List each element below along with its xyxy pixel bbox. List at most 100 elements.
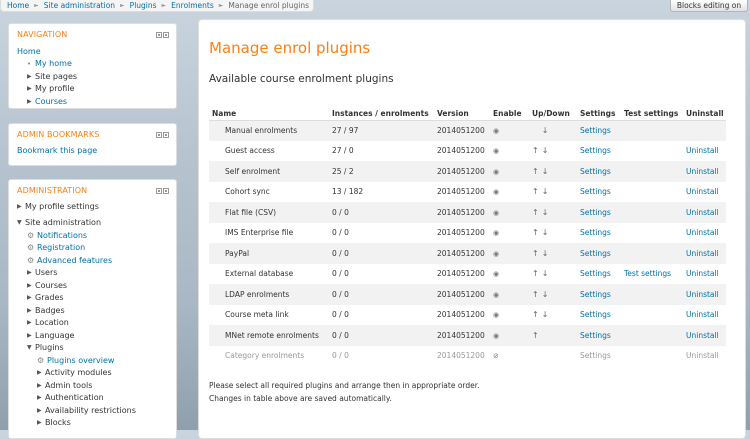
admin-blocks-label[interactable]: Blocks xyxy=(45,418,71,427)
admin-plugins-label[interactable]: Plugins xyxy=(35,343,64,352)
up-arrow-icon[interactable]: ↑ xyxy=(532,249,542,258)
up-arrow-icon[interactable]: ↑ xyxy=(532,269,542,278)
expand-triangle-icon[interactable]: ▶ xyxy=(27,85,35,92)
settings-link[interactable]: Settings xyxy=(580,290,611,299)
expand-triangle-icon[interactable]: ▶ xyxy=(17,203,25,210)
up-arrow-icon[interactable]: ↑ xyxy=(532,187,542,196)
expand-triangle-icon[interactable]: ▶ xyxy=(27,332,35,339)
admin-language-label[interactable]: Language xyxy=(35,331,74,340)
uninstall-link[interactable]: Uninstall xyxy=(686,310,719,319)
up-arrow-icon[interactable]: ↑ xyxy=(532,146,542,155)
expand-triangle-icon[interactable]: ▶ xyxy=(27,73,35,80)
admin-site-administration[interactable]: ▼ Site administration xyxy=(17,217,168,230)
settings-link[interactable]: Settings xyxy=(580,167,611,176)
expand-triangle-icon[interactable]: ▶ xyxy=(37,407,45,414)
down-arrow-icon[interactable]: ↓ xyxy=(542,187,552,196)
admin-activity-modules[interactable]: ▶ Activity modules xyxy=(17,367,168,380)
collapse-triangle-icon[interactable]: ▼ xyxy=(17,219,25,226)
uninstall-link[interactable]: Uninstall xyxy=(686,146,719,155)
down-arrow-icon[interactable]: ↓ xyxy=(542,146,552,155)
admin-availability-restrictions-label[interactable]: Availability restrictions xyxy=(45,406,136,415)
eye-closed-icon[interactable]: ⊘ xyxy=(493,352,499,360)
admin-badges[interactable]: ▶ Badges xyxy=(17,304,168,317)
eye-icon[interactable]: ◉ xyxy=(493,127,499,135)
down-arrow-icon[interactable]: ↓ xyxy=(542,208,552,217)
nav-my-home[interactable]: • My home xyxy=(17,58,168,71)
settings-link[interactable]: Settings xyxy=(580,351,611,360)
settings-link[interactable]: Settings xyxy=(580,146,611,155)
collapse-icon[interactable] xyxy=(163,31,169,38)
collapse-icon[interactable] xyxy=(163,187,169,194)
settings-link[interactable]: Settings xyxy=(580,269,611,278)
up-arrow-icon[interactable]: ↑ xyxy=(532,331,542,340)
blocks-editing-button[interactable]: Blocks editing on xyxy=(670,0,748,12)
nav-my-profile-label[interactable]: My profile xyxy=(35,84,74,93)
uninstall-link[interactable]: Uninstall xyxy=(686,208,719,217)
eye-icon[interactable]: ◉ xyxy=(493,270,499,278)
down-arrow-icon[interactable]: ↓ xyxy=(542,249,552,258)
admin-plugins[interactable]: ▼ Plugins xyxy=(17,342,168,355)
eye-icon[interactable]: ◉ xyxy=(493,250,499,258)
settings-link[interactable]: Settings xyxy=(580,228,611,237)
nav-courses[interactable]: ▶ Courses xyxy=(17,95,168,108)
nav-home[interactable]: Home xyxy=(17,45,168,58)
nav-my-home-label[interactable]: My home xyxy=(35,59,72,68)
eye-icon[interactable]: ◉ xyxy=(493,332,499,340)
admin-availability-restrictions[interactable]: ▶ Availability restrictions xyxy=(17,404,168,417)
breadcrumb-home[interactable]: Home xyxy=(7,1,29,10)
eye-icon[interactable]: ◉ xyxy=(493,209,499,217)
uninstall-link[interactable]: Uninstall xyxy=(686,187,719,196)
dock-icon[interactable] xyxy=(156,31,162,38)
expand-triangle-icon[interactable]: ▶ xyxy=(37,394,45,401)
collapse-icon[interactable] xyxy=(163,131,169,138)
expand-triangle-icon[interactable]: ▶ xyxy=(27,307,35,314)
admin-badges-label[interactable]: Badges xyxy=(35,306,65,315)
expand-triangle-icon[interactable]: ▶ xyxy=(27,282,35,289)
expand-triangle-icon[interactable]: ▶ xyxy=(27,319,35,326)
admin-users-label[interactable]: Users xyxy=(35,268,57,277)
collapse-triangle-icon[interactable]: ▼ xyxy=(27,344,35,351)
admin-plugins-overview[interactable]: ⚙ Plugins overview xyxy=(17,354,168,367)
breadcrumb-enrolments[interactable]: Enrolments xyxy=(171,1,214,10)
expand-triangle-icon[interactable]: ▶ xyxy=(27,98,35,105)
eye-icon[interactable]: ◉ xyxy=(493,147,499,155)
expand-triangle-icon[interactable]: ▶ xyxy=(27,294,35,301)
down-arrow-icon[interactable]: ↓ xyxy=(542,167,552,176)
admin-courses-label[interactable]: Courses xyxy=(35,281,67,290)
eye-icon[interactable]: ◉ xyxy=(493,229,499,237)
bookmark-this-page-link[interactable]: Bookmark this page xyxy=(17,146,97,155)
nav-site-pages-label[interactable]: Site pages xyxy=(35,72,77,81)
down-arrow-icon[interactable]: ↓ xyxy=(542,269,552,278)
admin-registration[interactable]: ⚙ Registration xyxy=(17,242,168,255)
uninstall-link[interactable]: Uninstall xyxy=(686,290,719,299)
uninstall-link[interactable]: Uninstall xyxy=(686,331,719,340)
up-arrow-icon[interactable]: ↑ xyxy=(532,167,542,176)
admin-location[interactable]: ▶ Location xyxy=(17,317,168,330)
uninstall-link[interactable]: Uninstall xyxy=(686,228,719,237)
down-arrow-icon[interactable]: ↓ xyxy=(542,126,552,135)
test-settings-link[interactable]: Test settings xyxy=(624,269,671,278)
settings-link[interactable]: Settings xyxy=(580,310,611,319)
uninstall-link[interactable]: Uninstall xyxy=(686,249,719,258)
admin-my-profile-settings[interactable]: ▶ My profile settings xyxy=(17,200,168,213)
up-arrow-icon[interactable]: ↑ xyxy=(532,228,542,237)
uninstall-link[interactable]: Uninstall xyxy=(686,351,719,360)
admin-registration-label[interactable]: Registration xyxy=(37,243,85,252)
settings-link[interactable]: Settings xyxy=(580,126,611,135)
eye-icon[interactable]: ◉ xyxy=(493,311,499,319)
settings-link[interactable]: Settings xyxy=(580,331,611,340)
expand-triangle-icon[interactable]: ▶ xyxy=(37,369,45,376)
admin-advanced-features[interactable]: ⚙ Advanced features xyxy=(17,254,168,267)
expand-triangle-icon[interactable]: ▶ xyxy=(37,382,45,389)
admin-site-administration-label[interactable]: Site administration xyxy=(25,218,101,227)
admin-users[interactable]: ▶ Users xyxy=(17,267,168,280)
admin-authentication[interactable]: ▶ Authentication xyxy=(17,392,168,405)
expand-triangle-icon[interactable]: ▶ xyxy=(27,269,35,276)
admin-my-profile-settings-label[interactable]: My profile settings xyxy=(25,202,99,211)
uninstall-link[interactable]: Uninstall xyxy=(686,269,719,278)
admin-plugins-overview-label[interactable]: Plugins overview xyxy=(47,356,114,365)
uninstall-link[interactable]: Uninstall xyxy=(686,167,719,176)
nav-courses-label[interactable]: Courses xyxy=(35,97,67,106)
admin-advanced-features-label[interactable]: Advanced features xyxy=(37,256,112,265)
nav-home-label[interactable]: Home xyxy=(17,47,41,56)
